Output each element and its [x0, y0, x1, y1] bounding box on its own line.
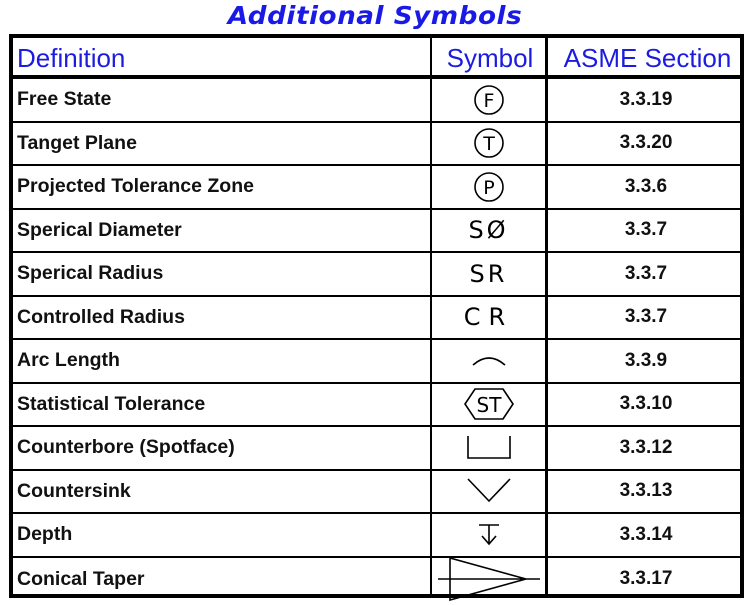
page-title: Additional Symbols	[227, 1, 523, 30]
definition-cell: Sperical Diameter	[17, 218, 182, 241]
table-row: Counterbore (Spotface) 3.3.12	[13, 427, 740, 471]
asme-section-cell: 3.3.10	[619, 393, 673, 415]
table-row: Countersink 3.3.13	[13, 471, 740, 514]
table-body: Free State F 3.3.19 Tanget Plane T 3.3.20 Proj…	[13, 79, 740, 602]
asme-section-cell: 3.3.17	[619, 568, 673, 590]
definition-cell: Controlled Radius	[17, 305, 185, 328]
asme-section-cell: 3.3.20	[619, 132, 673, 154]
table-row: Statistical Tolerance ST 3.3.10	[13, 384, 740, 427]
circled-F-icon: F	[432, 79, 545, 121]
definition-cell: Countersink	[17, 479, 131, 502]
asme-section-cell: 3.3.7	[624, 219, 668, 241]
countersink-icon	[432, 471, 545, 513]
asme-section-cell: 3.3.19	[619, 88, 673, 110]
svg-text:T: T	[482, 133, 495, 155]
table-header: Definition Symbol ASME Section	[13, 38, 740, 79]
asme-section-cell: 3.3.7	[624, 262, 668, 284]
statistical-tolerance-icon: ST	[432, 384, 545, 426]
asme-section-cell: 3.3.9	[624, 349, 668, 371]
spherical-radius-icon: SR	[432, 253, 545, 295]
asme-section-cell: 3.3.13	[619, 480, 673, 502]
svg-text:ST: ST	[476, 393, 502, 417]
table-row: Sperical Diameter SØ 3.3.7	[13, 210, 740, 253]
asme-section-cell: 3.3.14	[619, 523, 673, 545]
definition-cell: Free State	[17, 88, 112, 111]
definition-cell: Counterbore (Spotface)	[17, 436, 235, 459]
definition-cell: Conical Taper	[17, 567, 145, 590]
asme-section-cell: 3.3.7	[624, 306, 668, 328]
definition-cell: Tanget Plane	[17, 131, 137, 154]
table-row: Controlled Radius CR 3.3.7	[13, 297, 740, 340]
table-row: Free State F 3.3.19	[13, 79, 740, 123]
asme-section-cell: 3.3.6	[624, 175, 668, 197]
symbol-text: CR	[463, 303, 514, 332]
symbol-text: SØ	[468, 216, 509, 245]
counterbore-icon	[432, 427, 545, 469]
definition-cell: Projected Tolerance Zone	[17, 175, 254, 198]
definition-cell: Statistical Tolerance	[17, 392, 206, 415]
table-row: Arc Length 3.3.9	[13, 340, 740, 384]
table-row: Conical Taper 3.3.17	[13, 557, 740, 602]
spherical-diameter-icon: SØ	[432, 210, 545, 252]
depth-icon	[432, 514, 545, 556]
svg-text:F: F	[483, 90, 494, 112]
table-row: Tanget Plane T 3.3.20	[13, 123, 740, 166]
definition-cell: Sperical Radius	[17, 262, 164, 285]
controlled-radius-icon: CR	[432, 297, 545, 339]
definition-cell: Depth	[17, 523, 73, 546]
conical-taper-icon	[432, 557, 545, 602]
table-row: Sperical Radius SR 3.3.7	[13, 253, 740, 297]
circled-T-icon: T	[432, 123, 545, 165]
header-symbol: Symbol	[446, 43, 534, 73]
symbol-text: SR	[469, 259, 508, 288]
svg-text:P: P	[483, 177, 494, 199]
header-asme-section: ASME Section	[563, 43, 732, 73]
symbols-table: Definition Symbol ASME Section Free Stat…	[9, 34, 744, 602]
definition-cell: Arc Length	[17, 349, 120, 372]
arc-length-icon	[432, 340, 545, 382]
asme-section-cell: 3.3.12	[619, 436, 673, 458]
table-row: Projected Tolerance Zone P 3.3.6	[13, 166, 740, 210]
table-row: Depth 3.3.14	[13, 514, 740, 558]
header-definition: Definition	[17, 43, 126, 73]
circled-P-icon: P	[432, 166, 545, 208]
